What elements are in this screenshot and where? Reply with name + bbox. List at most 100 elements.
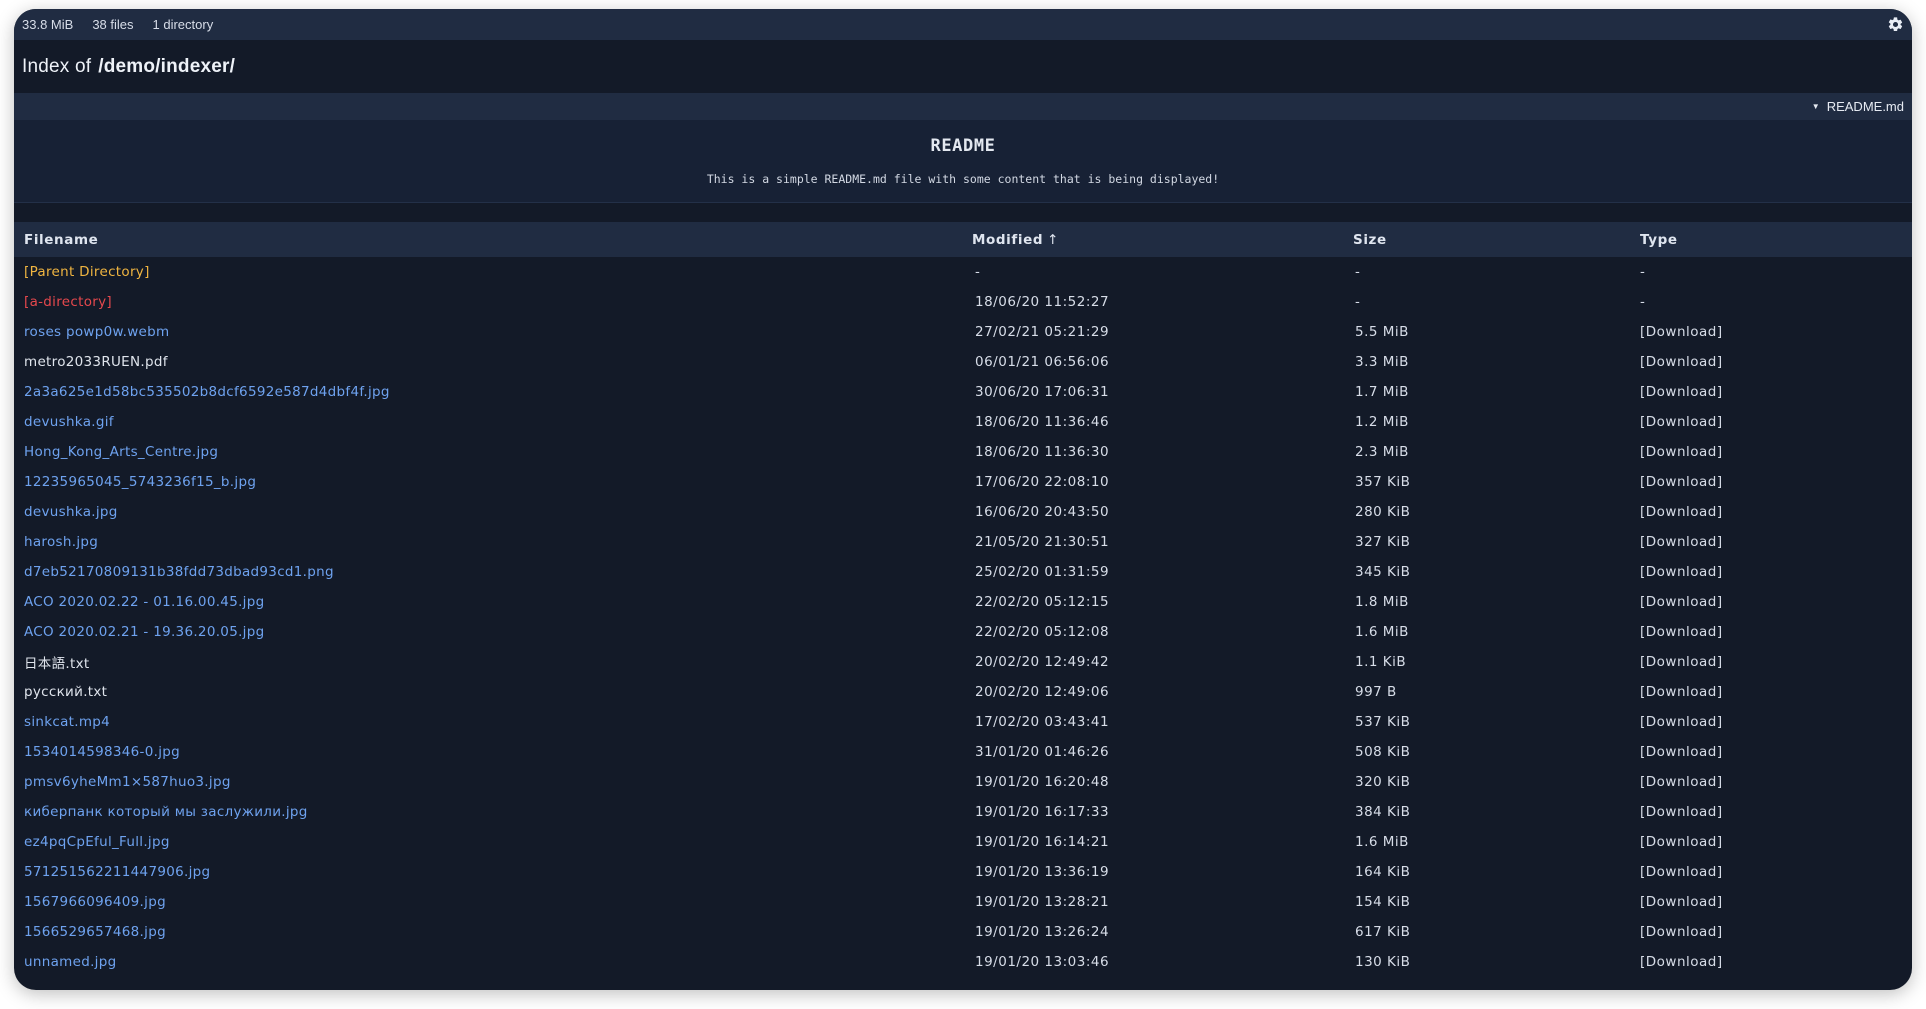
modified-cell: 25/02/20 01:31:59 <box>975 564 1110 580</box>
download-link[interactable]: [Download] <box>1640 737 1912 767</box>
modified-cell: 18/06/20 11:52:27 <box>975 294 1110 310</box>
file-link[interactable]: 1534014598346-0.jpg <box>24 744 180 760</box>
file-link[interactable]: devushka.gif <box>24 414 114 430</box>
modified-cell: 17/06/20 22:08:10 <box>975 474 1110 490</box>
collapse-triangle-icon: ▼ <box>1811 102 1820 111</box>
file-link[interactable]: ACO 2020.02.22 - 01.16.00.45.jpg <box>24 594 264 610</box>
table-row: harosh.jpg 21/05/20 21:30:51 327 KiB [Downl… <box>14 527 1912 557</box>
total-size: 33.8 MiB <box>22 17 74 32</box>
file-link[interactable]: русский.txt <box>24 684 107 700</box>
download-link[interactable]: [Download] <box>1640 887 1912 917</box>
file-link[interactable]: киберпанк который мы заслужили.jpg <box>24 804 308 820</box>
size-cell: 154 KiB <box>1355 894 1411 910</box>
download-link[interactable]: [Download] <box>1640 827 1912 857</box>
file-link[interactable]: metro2033RUEN.pdf <box>24 354 168 370</box>
table-row: 12235965045_5743236f15_b.jpg 17/06/20 22:… <box>14 467 1912 497</box>
modified-cell: 22/02/20 05:12:15 <box>975 594 1110 610</box>
download-link[interactable]: [Download] <box>1640 467 1912 497</box>
file-link[interactable]: ez4pqCpEful_Full.jpg <box>24 834 170 850</box>
file-link[interactable]: unnamed.jpg <box>24 954 116 970</box>
table-row: sinkcat.mp4 17/02/20 03:43:41 537 KiB [Down… <box>14 707 1912 737</box>
file-link[interactable]: d7eb52170809131b38fdd73dbad93cd1.png <box>24 564 334 580</box>
file-link[interactable]: Hong_Kong_Arts_Centre.jpg <box>24 444 218 460</box>
column-modified[interactable]: Modified ↑ <box>972 222 1353 257</box>
parent-directory-link[interactable]: [Parent Directory] <box>24 264 150 280</box>
table-row: [a-directory] 18/06/20 11:52:27 - - <box>14 287 1912 317</box>
column-type[interactable]: Type <box>1640 222 1912 257</box>
type-cell: - <box>1640 264 1646 280</box>
size-cell: 3.3 MiB <box>1355 354 1409 370</box>
download-link[interactable]: [Download] <box>1640 797 1912 827</box>
table-row: 571251562211447906.jpg 19/01/20 13:36:19 1… <box>14 857 1912 887</box>
download-link[interactable]: [Download] <box>1640 557 1912 587</box>
column-filename[interactable]: Filename <box>14 222 972 257</box>
download-link[interactable]: [Download] <box>1640 947 1912 977</box>
table-row: unnamed.jpg 19/01/20 13:03:46 130 KiB [Down… <box>14 947 1912 977</box>
size-cell: 130 KiB <box>1355 954 1411 970</box>
modified-cell: 06/01/21 06:56:06 <box>975 354 1110 370</box>
file-link[interactable]: harosh.jpg <box>24 534 98 550</box>
size-cell: 384 KiB <box>1355 804 1411 820</box>
modified-cell: 19/01/20 16:14:21 <box>975 834 1110 850</box>
modified-cell: 19/01/20 13:36:19 <box>975 864 1110 880</box>
download-link[interactable]: [Download] <box>1640 647 1912 677</box>
modified-cell: 20/02/20 12:49:42 <box>975 654 1110 670</box>
size-cell: 280 KiB <box>1355 504 1411 520</box>
download-link[interactable]: [Download] <box>1640 857 1912 887</box>
file-link[interactable]: sinkcat.mp4 <box>24 714 110 730</box>
file-link[interactable]: 571251562211447906.jpg <box>24 864 210 880</box>
file-link[interactable]: 1567966096409.jpg <box>24 894 166 910</box>
file-count: 38 files <box>92 17 134 32</box>
size-cell: 345 KiB <box>1355 564 1411 580</box>
file-link[interactable]: roses powp0w.webm <box>24 324 169 340</box>
download-link[interactable]: [Download] <box>1640 917 1912 947</box>
table-row: [Parent Directory] - - - <box>14 257 1912 287</box>
file-link[interactable]: 12235965045_5743236f15_b.jpg <box>24 474 256 490</box>
table-header: Filename Modified ↑ Size Type <box>14 222 1912 257</box>
modified-cell: 19/01/20 13:03:46 <box>975 954 1110 970</box>
current-path: /demo/indexer/ <box>98 55 236 77</box>
size-cell: 327 KiB <box>1355 534 1411 550</box>
file-link[interactable]: devushka.jpg <box>24 504 118 520</box>
table-row: ez4pqCpEful_Full.jpg 19/01/20 16:14:21 1.6… <box>14 827 1912 857</box>
download-link[interactable]: [Download] <box>1640 317 1912 347</box>
file-link[interactable]: 日本語.txt <box>24 656 89 672</box>
file-link[interactable]: 1566529657468.jpg <box>24 924 166 940</box>
modified-cell: - <box>975 264 981 280</box>
modified-cell: 27/02/21 05:21:29 <box>975 324 1110 340</box>
download-link[interactable]: [Download] <box>1640 377 1912 407</box>
download-link[interactable]: [Download] <box>1640 767 1912 797</box>
size-cell: 1.2 MiB <box>1355 414 1409 430</box>
column-size[interactable]: Size <box>1353 222 1640 257</box>
size-cell: 508 KiB <box>1355 744 1411 760</box>
size-cell: 5.5 MiB <box>1355 324 1409 340</box>
download-link[interactable]: [Download] <box>1640 497 1912 527</box>
modified-cell: 21/05/20 21:30:51 <box>975 534 1110 550</box>
file-link[interactable]: 2a3a625e1d58bc535502b8dcf6592e587d4dbf4f… <box>24 384 390 400</box>
modified-cell: 31/01/20 01:46:26 <box>975 744 1110 760</box>
size-cell: 1.6 MiB <box>1355 834 1409 850</box>
sort-ascending-icon: ↑ <box>1047 231 1060 248</box>
size-cell: - <box>1355 264 1361 280</box>
download-link[interactable]: [Download] <box>1640 707 1912 737</box>
download-link[interactable]: [Download] <box>1640 407 1912 437</box>
download-link[interactable]: [Download] <box>1640 617 1912 647</box>
file-link[interactable]: ACO 2020.02.21 - 19.36.20.05.jpg <box>24 624 264 640</box>
size-cell: 164 KiB <box>1355 864 1411 880</box>
directory-count: 1 directory <box>152 17 214 32</box>
size-cell: 357 KiB <box>1355 474 1411 490</box>
file-rows: [Parent Directory] - - - [a-directory] 18/06/… <box>14 257 1912 977</box>
gear-icon[interactable] <box>1887 16 1904 33</box>
readme-toggle-label: README.md <box>1826 99 1904 114</box>
modified-cell: 17/02/20 03:43:41 <box>975 714 1110 730</box>
table-row: d7eb52170809131b38fdd73dbad93cd1.png 25/0… <box>14 557 1912 587</box>
download-link[interactable]: [Download] <box>1640 527 1912 557</box>
download-link[interactable]: [Download] <box>1640 677 1912 707</box>
download-link[interactable]: [Download] <box>1640 587 1912 617</box>
download-link[interactable]: [Download] <box>1640 347 1912 377</box>
stats-bar: 33.8 MiB 38 files 1 directory <box>14 9 1912 40</box>
directory-link[interactable]: [a-directory] <box>24 294 112 310</box>
readme-toggle[interactable]: ▼ README.md <box>14 93 1912 120</box>
file-link[interactable]: pmsv6yheMm1×587huo3.jpg <box>24 774 231 790</box>
download-link[interactable]: [Download] <box>1640 437 1912 467</box>
